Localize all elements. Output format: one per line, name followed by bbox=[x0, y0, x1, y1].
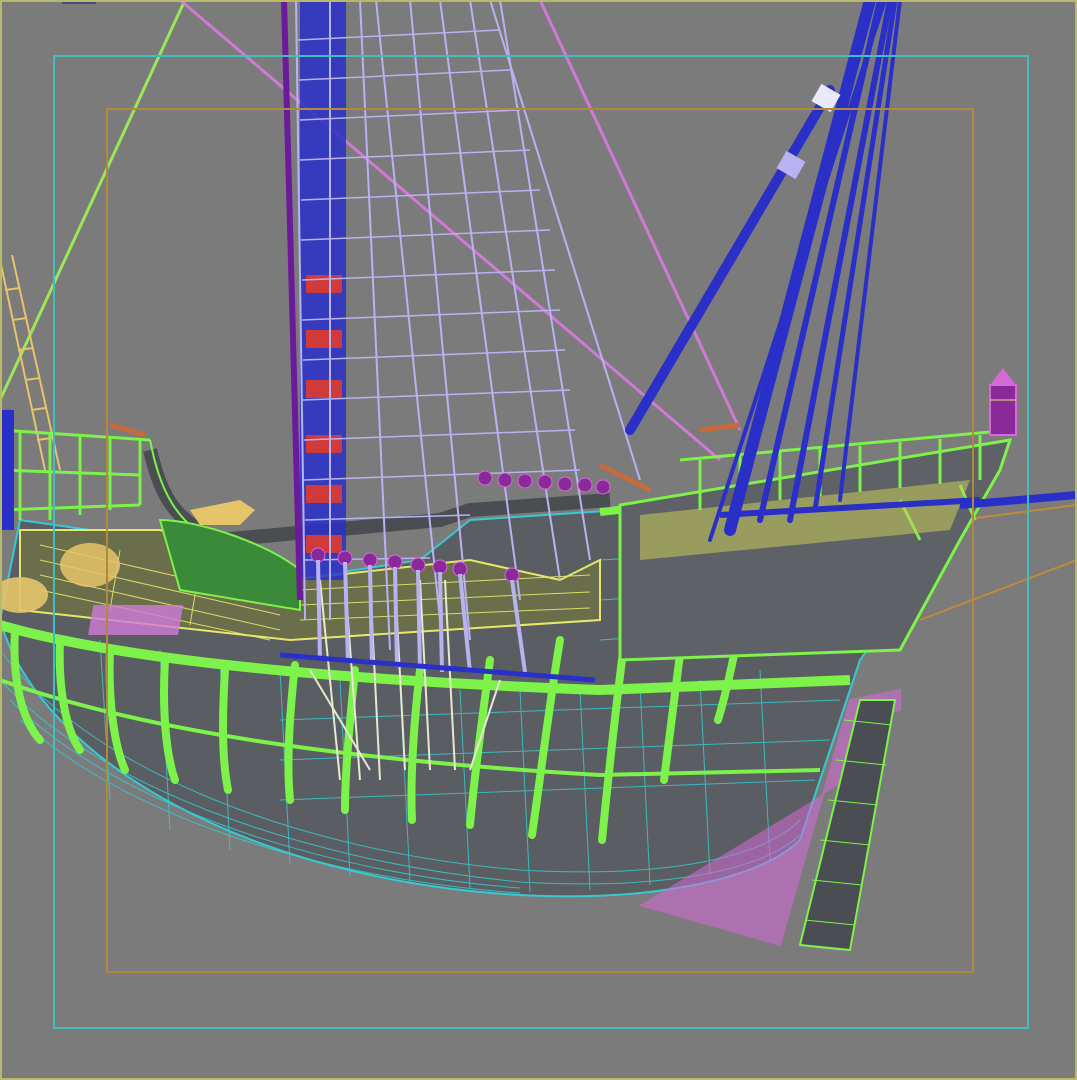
ship-wireframe-scene[interactable] bbox=[0, 0, 1077, 1080]
3d-perspective-viewport[interactable] bbox=[0, 0, 1077, 1080]
rigging-line bbox=[0, 0, 187, 401]
bow-rail bbox=[0, 428, 151, 520]
oar-orange bbox=[699, 422, 741, 433]
deck-hatch bbox=[88, 605, 184, 635]
rigging-line bbox=[538, 0, 742, 431]
cannon bbox=[190, 500, 255, 525]
stern-lantern bbox=[989, 368, 1017, 436]
oar-orange bbox=[109, 422, 146, 438]
viewport-corner-marker bbox=[62, 0, 96, 4]
bow-post bbox=[0, 410, 14, 530]
